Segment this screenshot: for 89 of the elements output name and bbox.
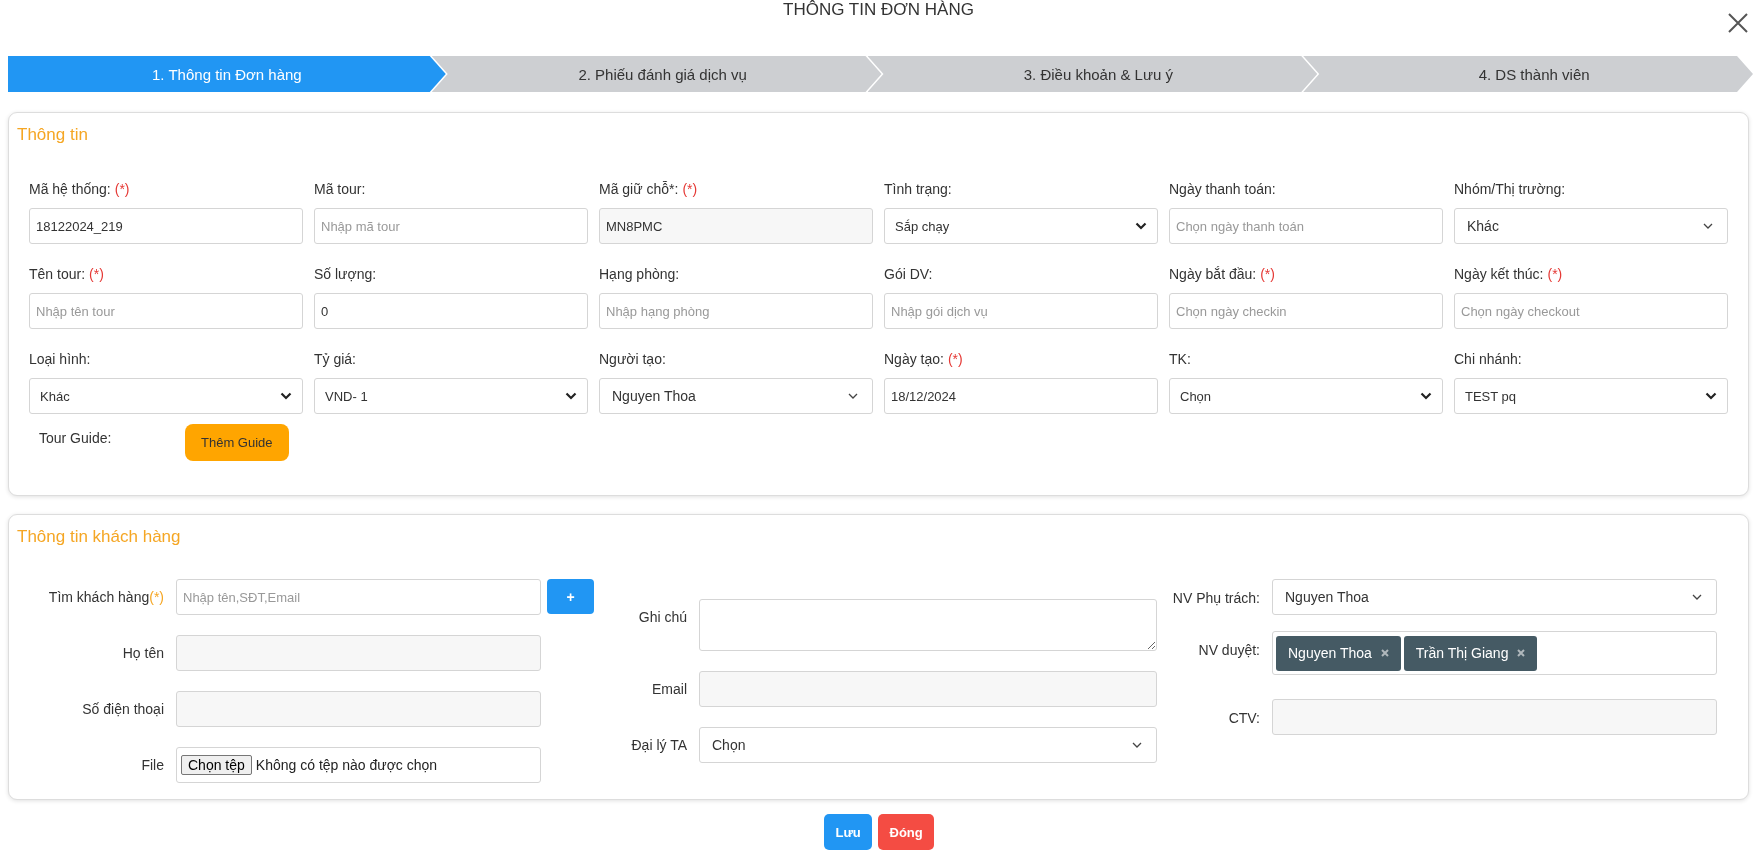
input-field[interactable]: Nhập tên tour [29, 293, 303, 329]
dropdown[interactable]: Sắp chạy [884, 208, 1158, 244]
input-field[interactable]: Nhập hạng phòng [599, 293, 873, 329]
section-title: Thông tin khách hàng [17, 527, 182, 547]
input-field[interactable]: 18122024_219 [29, 208, 303, 244]
chevron-down-icon [1705, 392, 1717, 400]
dialog-title: THÔNG TIN ĐƠN HÀNG [783, 0, 974, 20]
field-label: Số điện thoại [82, 701, 164, 717]
choose-file-button[interactable]: Chọn tệp [181, 755, 252, 775]
close-button[interactable] [1727, 12, 1749, 34]
field-label: Ngày tạo: [884, 351, 944, 367]
input-field[interactable]: Nhập gói dịch vụ [884, 293, 1158, 329]
field-label: Nhóm/Thị trường: [1454, 181, 1566, 197]
required-mark: (*) [1260, 266, 1275, 282]
chevron-down-icon [1703, 223, 1713, 229]
dropdown[interactable]: Chọn [699, 727, 1157, 763]
field-label: Hạng phòng: [599, 266, 680, 282]
required-mark: (*) [114, 181, 130, 197]
chevron-down-icon [1692, 594, 1702, 600]
chevron-down-icon [280, 392, 292, 400]
add-guide-button[interactable]: Thêm Guide [185, 424, 289, 461]
field-label: Đại lý TA [631, 737, 687, 753]
field-label: NV Phụ trách: [1172, 590, 1260, 606]
field-label: File [141, 757, 164, 773]
remove-icon [1380, 649, 1389, 657]
chevron-down-icon [848, 393, 858, 399]
textarea-field[interactable] [699, 599, 1157, 651]
field-label: Tìm khách hàng [48, 589, 150, 605]
field-label: Mã tour: [314, 181, 366, 197]
field-label: Ngày thanh toán: [1169, 181, 1276, 197]
field-label: Tình trạng: [884, 181, 952, 197]
field-label: Tour Guide: [39, 429, 113, 446]
input-field[interactable]: 0 [314, 293, 588, 329]
file-field[interactable]: Chọn tệp Không có tệp nào được chọn [176, 747, 541, 783]
close-icon [1728, 13, 1748, 33]
required-mark: (*) [149, 589, 164, 605]
chevron-down-icon [1132, 742, 1142, 748]
field-label: Ghi chú [638, 609, 687, 625]
input-field[interactable]: Nhập mã tour [314, 208, 588, 244]
field-label: Tên tour: [29, 266, 86, 282]
field-label: Mã giữ chỗ*: [599, 181, 679, 197]
close-button[interactable]: Đóng [877, 814, 934, 850]
dropdown[interactable]: Nguyen Thoa [599, 378, 873, 414]
dropdown[interactable]: Khác [29, 378, 303, 414]
search-field[interactable]: Nhập tên,SĐT,Email [176, 579, 541, 615]
required-mark: (*) [682, 181, 698, 197]
dropdown[interactable]: Nguyen Thoa [1272, 579, 1717, 615]
chevron-down-icon [1135, 222, 1147, 230]
field-label: Tỷ giá: [314, 351, 356, 367]
chevron-down-icon [565, 392, 577, 400]
field-label: Ngày bắt đầu: [1169, 266, 1257, 282]
input-field[interactable]: Chọn ngày checkout [1454, 293, 1728, 329]
step-tab[interactable]: 3. Điều khoản & Lưu ý [867, 56, 1318, 92]
readonly-field[interactable] [1272, 699, 1717, 735]
required-mark: (*) [89, 266, 104, 282]
field-label: Loại hình: [29, 351, 91, 367]
field-label: Họ tên [122, 645, 164, 661]
required-mark: (*) [1547, 266, 1563, 282]
dropdown[interactable]: VND- 1 [314, 378, 588, 414]
selected-tag[interactable]: Nguyen Thoa [1276, 635, 1401, 671]
dropdown[interactable]: TEST pq [1454, 378, 1728, 414]
section-title: Thông tin [17, 125, 89, 145]
remove-icon [1517, 649, 1526, 657]
readonly-field[interactable] [176, 691, 541, 727]
dropdown[interactable]: Chọn [1169, 378, 1443, 414]
chevron-down-icon [1420, 392, 1432, 400]
field-label: NV duyệt: [1198, 642, 1260, 658]
field-label: Mã hệ thống: [29, 181, 111, 197]
input-field[interactable]: Chọn ngày checkin [1169, 293, 1443, 329]
field-label: TK: [1169, 351, 1191, 367]
field-label: Ngày kết thúc: [1454, 266, 1544, 282]
multi-select-field[interactable]: Nguyen Thoa Trần Thị Giang [1272, 631, 1717, 675]
readonly-field[interactable]: MN8PMC [599, 208, 873, 244]
required-mark: (*) [947, 351, 963, 367]
selected-tag[interactable]: Trần Thị Giang [1403, 635, 1538, 671]
field-label: Gói DV: [884, 266, 933, 282]
field-label: Số lượng: [314, 266, 377, 282]
field-label: Người tạo: [599, 351, 666, 367]
input-field[interactable]: Chọn ngày thanh toán [1169, 208, 1443, 244]
file-status-text: Không có tệp nào được chọn [255, 757, 438, 773]
field-label: Email [652, 681, 687, 697]
readonly-field[interactable] [176, 635, 541, 671]
step-tab[interactable]: 2. Phiếu đánh giá dịch vụ [431, 56, 882, 92]
field-label: Chi nhánh: [1454, 351, 1522, 367]
field-label: CTV: [1228, 710, 1260, 726]
step-tab[interactable]: 4. DS thành viên [1303, 56, 1753, 92]
readonly-field[interactable] [699, 671, 1157, 707]
dropdown[interactable]: Khác [1454, 208, 1728, 244]
input-field[interactable]: 18/12/2024 [884, 378, 1158, 414]
